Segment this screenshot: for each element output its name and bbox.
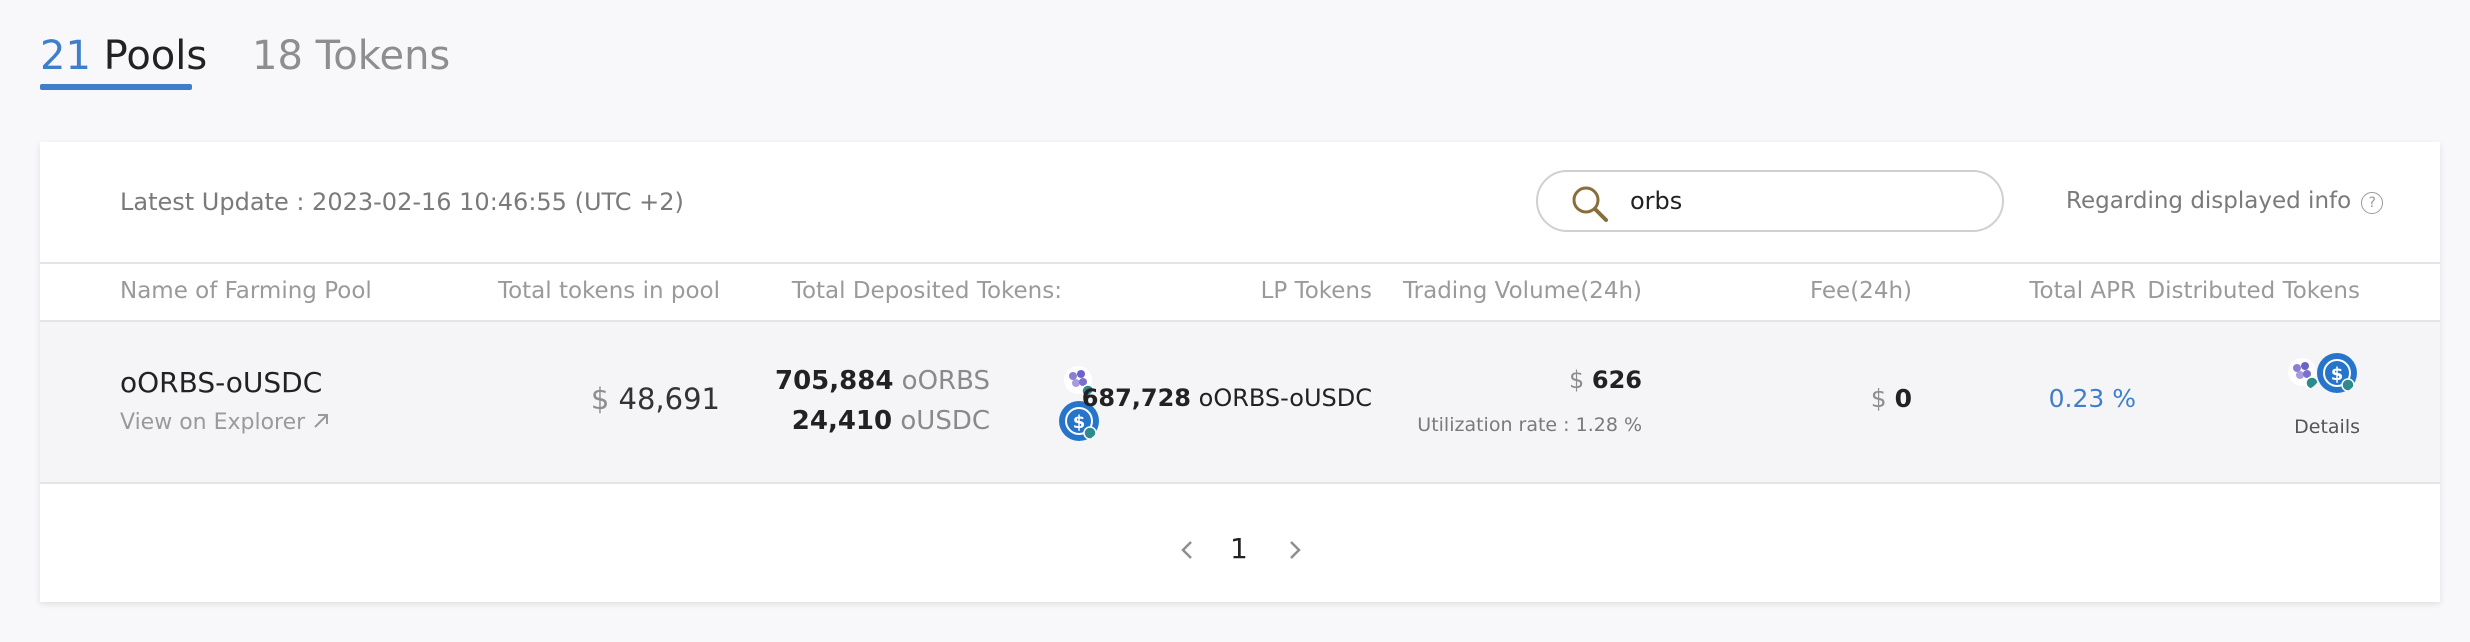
col-name: Name of Farming Pool xyxy=(120,278,372,304)
total-tokens-value: $ 48,691 xyxy=(591,382,720,416)
view-on-explorer-link[interactable]: View on Explorer xyxy=(120,410,330,435)
regarding-displayed-info[interactable]: Regarding displayed info? xyxy=(2066,188,2384,214)
info-label: Regarding displayed info xyxy=(2066,188,2352,214)
volume-amount: 626 xyxy=(1591,366,1642,394)
lp-symbol: oORBS-oUSDC xyxy=(1198,384,1372,412)
lp-tokens-value: 687,728 oORBS-oUSDC xyxy=(1082,384,1372,412)
deposit-amount: 705,884 xyxy=(774,366,894,396)
pool-name: oORBS-oUSDC xyxy=(120,366,323,399)
active-tab-underline xyxy=(40,84,192,90)
search-box[interactable] xyxy=(1536,170,2004,232)
lp-amount: 687,728 xyxy=(1081,384,1191,412)
latest-update: Latest Update : 2023-02-16 10:46:55 (UTC… xyxy=(120,188,684,216)
details-link[interactable]: Details xyxy=(2294,416,2360,438)
svg-text:$: $ xyxy=(1073,412,1086,433)
tokens-count: 18 xyxy=(252,33,303,79)
fee-value: $ 0 xyxy=(1871,384,1912,413)
col-distributed: Distributed Tokens xyxy=(2147,278,2360,304)
usdc-token-icon: $ xyxy=(2317,353,2357,393)
deposit-usdc: 24,410 oUSDC xyxy=(792,406,990,436)
currency-symbol: $ xyxy=(1870,384,1887,413)
total-tokens-amount: 48,691 xyxy=(618,382,720,416)
search-icon xyxy=(1572,186,1608,222)
chevron-right-icon[interactable] xyxy=(1284,532,1306,568)
total-apr-value: 0.23 % xyxy=(2048,384,2136,413)
fee-amount: 0 xyxy=(1894,384,1912,413)
search-input[interactable] xyxy=(1630,182,1970,220)
question-icon[interactable]: ? xyxy=(2361,192,2384,214)
orbs-token-icon xyxy=(2288,358,2319,390)
pools-label: Pools xyxy=(103,33,208,79)
col-fee: Fee(24h) xyxy=(1809,278,1912,304)
tab-pools[interactable]: 21 Pools xyxy=(40,28,207,84)
external-arrow-icon xyxy=(314,414,329,428)
col-total-tokens: Total tokens in pool xyxy=(497,278,720,304)
pools-card: Latest Update : 2023-02-16 10:46:55 (UTC… xyxy=(40,142,2440,602)
deposit-symbol: oUSDC xyxy=(900,406,990,436)
col-trading-volume: Trading Volume(24h) xyxy=(1402,278,1642,304)
tab-tokens[interactable]: 18 Tokens xyxy=(252,28,450,84)
deposit-symbol: oORBS xyxy=(901,366,990,396)
chevron-left-icon[interactable] xyxy=(1176,532,1198,568)
deposit-orbs: 705,884 oORBS xyxy=(775,366,990,396)
currency-symbol: $ xyxy=(1568,366,1585,394)
table-row[interactable]: oORBS-oUSDC View on Explorer $ 48,691 70… xyxy=(40,322,2440,482)
current-page[interactable]: 1 xyxy=(1230,532,1248,565)
pools-count: 21 xyxy=(40,33,91,79)
trading-volume-value: $ 626 xyxy=(1569,366,1642,394)
svg-text:$: $ xyxy=(2331,364,2344,385)
pagination: 1 xyxy=(40,524,2440,584)
col-lp-tokens: LP Tokens xyxy=(1260,278,1372,304)
divider xyxy=(40,482,2440,484)
utilization-rate: Utilization rate : 1.28 % xyxy=(1417,414,1642,436)
tokens-label: Tokens xyxy=(315,33,451,79)
col-deposited: Total Deposited Tokens: xyxy=(791,278,1062,304)
col-total-apr: Total APR xyxy=(2029,278,2136,304)
currency-symbol: $ xyxy=(590,382,610,416)
deposit-amount: 24,410 xyxy=(791,406,893,436)
explorer-label: View on Explorer xyxy=(120,410,306,435)
table-header: Name of Farming Pool Total tokens in poo… xyxy=(40,262,2440,322)
